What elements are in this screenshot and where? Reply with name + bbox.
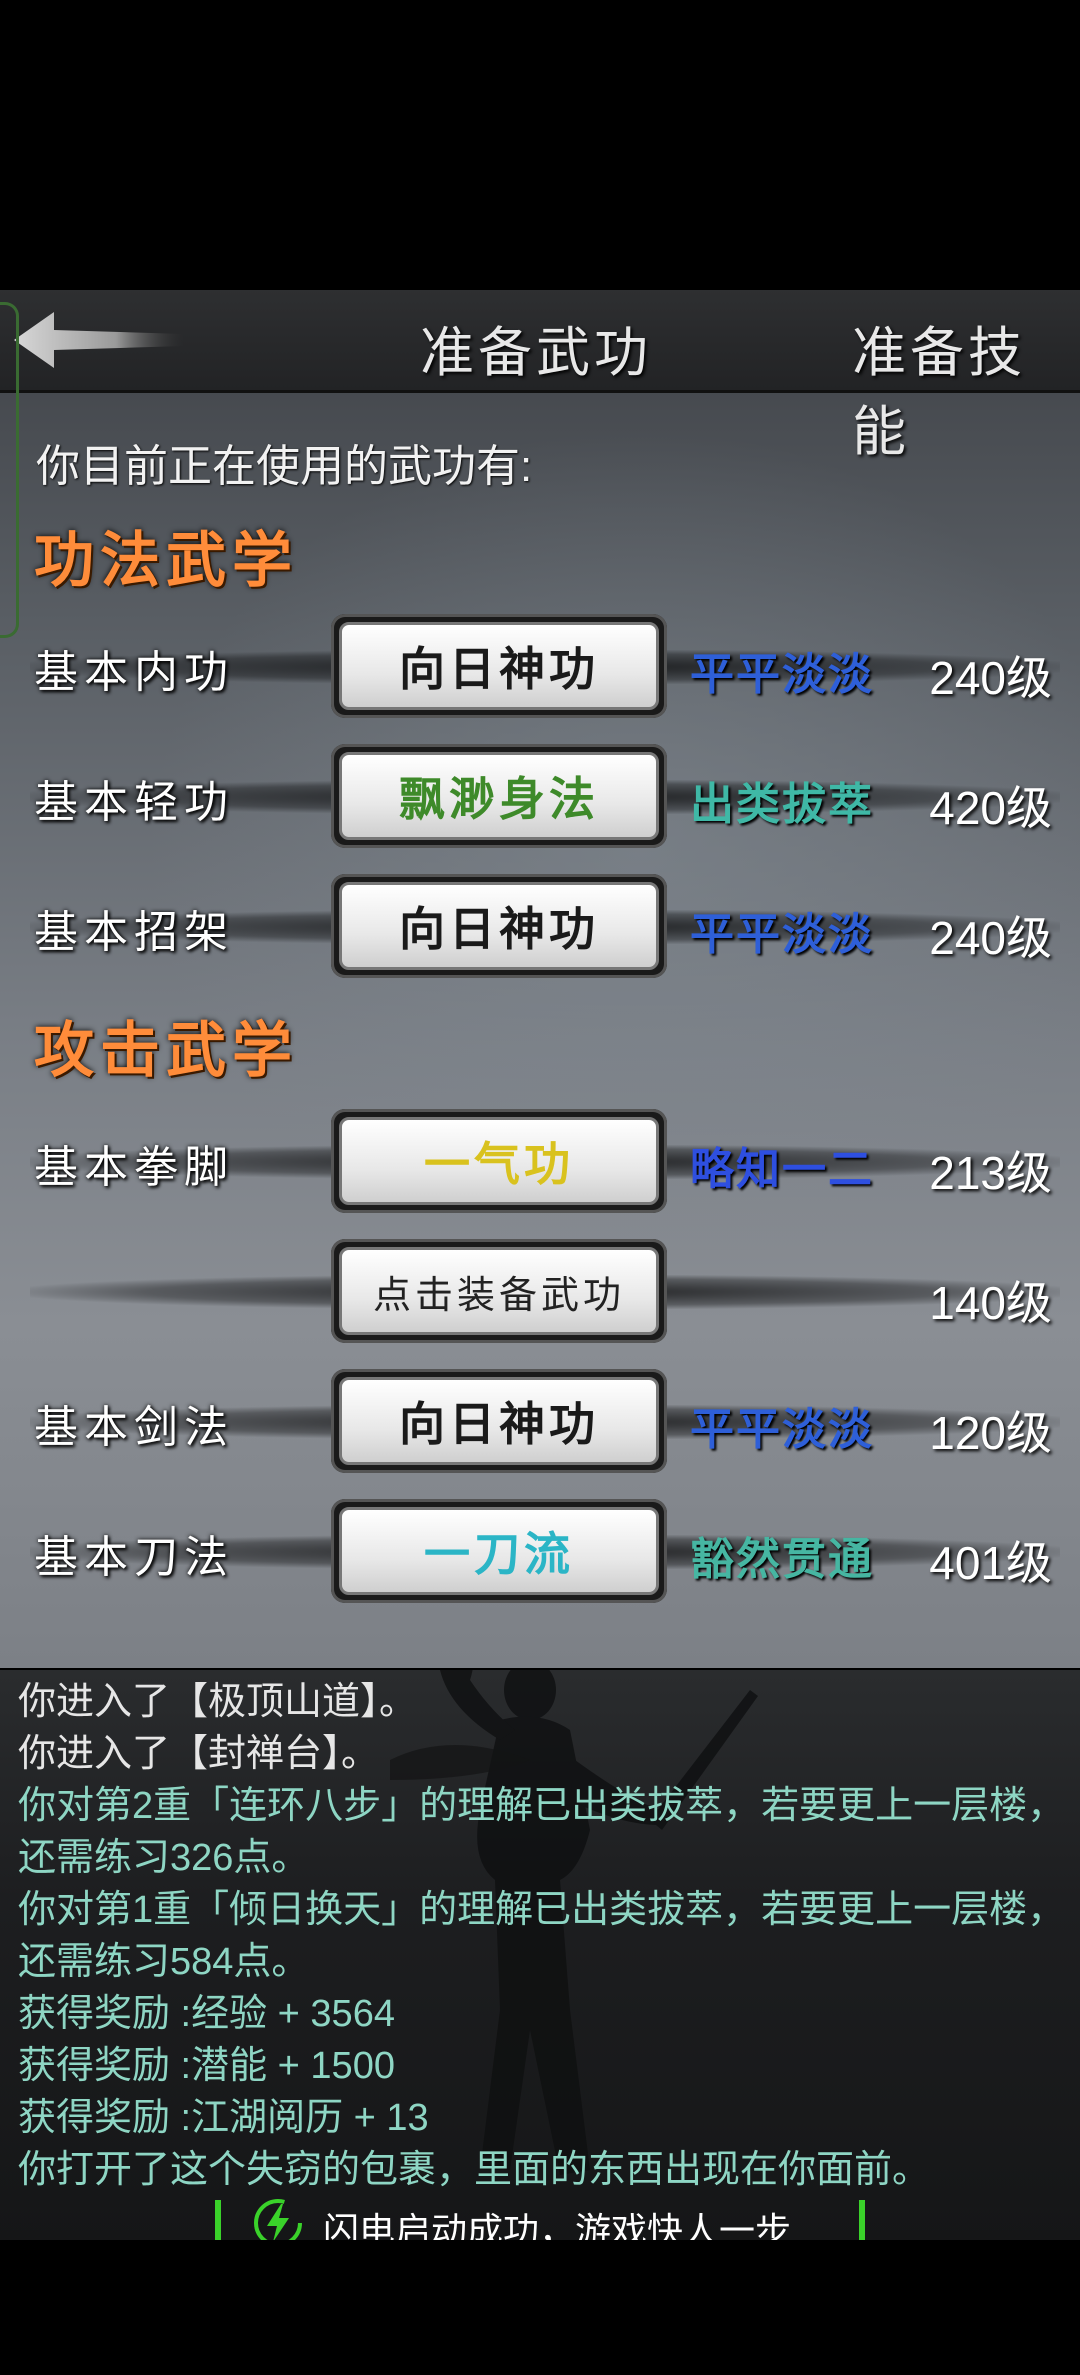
equip-skill-button[interactable]: 向日神功	[331, 874, 667, 978]
log-entry: 你对第2重「连环八步」的理解已出类拔萃，若要更上一层楼，还需练习326点。	[18, 1785, 1066, 1879]
skill-rank: 平平淡淡	[690, 649, 874, 700]
skill-category: 基本刀法	[34, 1532, 234, 1583]
equip-skill-prompt: 点击装备武功	[339, 1247, 659, 1335]
header-bar: 准备武功 准备技能	[0, 290, 1080, 463]
equip-skill-button[interactable]: 向日神功	[331, 1369, 667, 1473]
skill-category: 基本轻功	[34, 777, 234, 828]
back-button[interactable]	[14, 310, 184, 370]
log-entry: 获得奖励 :潜能 + 1500	[18, 2045, 395, 2087]
log-entry: 你对第1重「倾日换天」的理解已出类拔萃，若要更上一层楼，还需练习584点。	[18, 1889, 1066, 1983]
skill-category: 基本内功	[34, 647, 234, 698]
equipped-skill-name: 一刀流	[339, 1507, 659, 1595]
skill-level: 240级	[929, 652, 1052, 704]
skill-row: 基本内功 向日神功 平平淡淡 240级	[0, 610, 1080, 720]
back-arrow-icon	[14, 312, 184, 368]
section-title-internal: 功法武学	[34, 526, 298, 596]
skill-level: 420级	[929, 782, 1052, 834]
equip-skill-button[interactable]: 一刀流	[331, 1499, 667, 1603]
skill-row: 基本轻功 飘渺身法 出类拔萃 420级	[0, 740, 1080, 850]
equipped-skill-name: 飘渺身法	[339, 752, 659, 840]
skill-category: 基本剑法	[34, 1402, 234, 1453]
skill-category: 基本拳脚	[34, 1142, 234, 1193]
log-lines: 你进入了【极顶山道】。 你进入了【封禅台】。 你对第2重「连环八步」的理解已出类…	[18, 1676, 1068, 2196]
skill-rank: 略知一二	[690, 1144, 874, 1195]
skill-level: 401级	[929, 1537, 1052, 1589]
log-entry: 获得奖励 :江湖阅历 + 13	[18, 2097, 429, 2139]
equipped-skill-name: 一气功	[339, 1117, 659, 1205]
skill-level: 120级	[929, 1407, 1052, 1459]
log-entry: 你进入了【封禅台】。	[18, 1733, 380, 1775]
skill-row: 基本剑法 向日神功 平平淡淡 120级	[0, 1365, 1080, 1475]
skill-level: 240级	[929, 912, 1052, 964]
skill-level: 140级	[929, 1277, 1052, 1329]
tab-prepare-skills[interactable]: 准备技能	[852, 308, 1080, 466]
equip-skill-button[interactable]: 一气功	[331, 1109, 667, 1213]
martial-arts-panel: 准备武功 准备技能 你目前正在使用的武功有: 功法武学 基本内功 向日神功 平平…	[0, 290, 1080, 1670]
equip-skill-button[interactable]: 向日神功	[331, 614, 667, 718]
log-entry: 你进入了【极顶山道】。	[18, 1681, 418, 1723]
side-tab-edge	[0, 302, 19, 638]
skill-row: 点击装备武功 140级	[0, 1235, 1080, 1345]
bottom-strip	[0, 2240, 1080, 2375]
message-log[interactable]: 你进入了【极顶山道】。 你进入了【封禅台】。 你对第2重「连环八步」的理解已出类…	[0, 1668, 1080, 2242]
skill-rank: 平平淡淡	[690, 1404, 874, 1455]
skill-level: 213级	[929, 1147, 1052, 1199]
log-entry: 你打开了这个失窃的包裹，里面的东西出现在你面前。	[18, 2149, 931, 2191]
log-entry: 获得奖励 :经验 + 3564	[18, 1993, 395, 2035]
section-title-attack: 攻击武学	[34, 1016, 298, 1086]
skill-rank: 出类拔萃	[690, 779, 874, 830]
intro-text: 你目前正在使用的武功有:	[36, 442, 533, 491]
skill-rank: 豁然贯通	[690, 1534, 874, 1585]
equipped-skill-name: 向日神功	[339, 1377, 659, 1465]
equipped-skill-name: 向日神功	[339, 622, 659, 710]
equip-skill-button[interactable]: 飘渺身法	[331, 744, 667, 848]
equipped-skill-name: 向日神功	[339, 882, 659, 970]
page-title: 准备武功	[420, 321, 652, 384]
skill-category: 基本招架	[34, 907, 234, 958]
skill-rank: 平平淡淡	[690, 909, 874, 960]
skill-row: 基本招架 向日神功 平平淡淡 240级	[0, 870, 1080, 980]
skill-row: 基本刀法 一刀流 豁然贯通 401级	[0, 1495, 1080, 1605]
equip-skill-placeholder-button[interactable]: 点击装备武功	[331, 1239, 667, 1343]
skill-row: 基本拳脚 一气功 略知一二 213级	[0, 1105, 1080, 1215]
